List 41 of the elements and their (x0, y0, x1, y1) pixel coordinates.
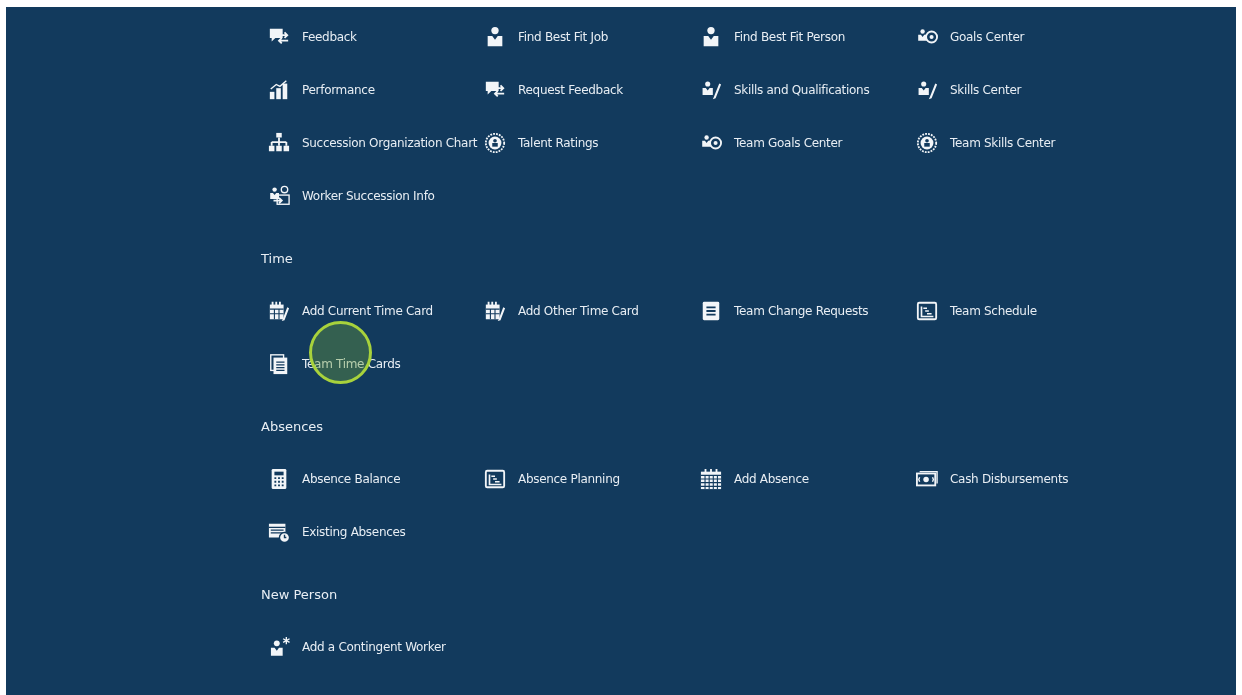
menu-link[interactable]: Feedback (261, 25, 357, 48)
calendar-icon (700, 467, 722, 490)
menu-link[interactable]: Add Absence (693, 467, 809, 490)
timeline-icon (484, 467, 506, 490)
menu-link[interactable]: Existing Absences (261, 520, 406, 543)
calendar-pencil-icon (268, 299, 290, 322)
menu-link[interactable]: Request Feedback (477, 78, 623, 101)
person-pencil-icon (700, 78, 722, 101)
timeline-icon (916, 299, 938, 322)
org-chart-icon (268, 131, 290, 154)
documents-icon (268, 352, 290, 375)
menu-link[interactable]: Team Goals Center (693, 131, 843, 154)
badge-icon (916, 131, 938, 154)
section-heading: Time (261, 250, 293, 269)
menu-link[interactable]: Goals Center (909, 25, 1025, 48)
person-asterisk-icon (268, 635, 290, 658)
calendar-pencil-icon (484, 299, 506, 322)
menu-link[interactable]: Team Skills Center (909, 131, 1056, 154)
people-arrow-icon (268, 184, 290, 207)
menu-link[interactable]: Skills and Qualifications (693, 78, 870, 101)
menu-link[interactable]: Cash Disbursements (909, 467, 1069, 490)
menu-link[interactable]: Team Schedule (909, 299, 1037, 322)
bar-chart-icon (268, 78, 290, 101)
menu-link[interactable]: Find Best Fit Person (693, 25, 845, 48)
section-heading: Absences (261, 418, 324, 437)
menu-link[interactable]: Team Change Requests (693, 299, 869, 322)
menu-link[interactable]: Skills Center (909, 78, 1022, 101)
person-pencil-icon (916, 78, 938, 101)
menu-link[interactable]: Succession Organization Chart (261, 131, 478, 154)
badge-icon (484, 131, 506, 154)
document-icon (700, 299, 722, 322)
menu-link[interactable]: Add Other Time Card (477, 299, 639, 322)
menu-link[interactable]: Find Best Fit Job (477, 25, 609, 48)
menu-link[interactable]: Worker Succession Info (261, 184, 435, 207)
menu-link[interactable]: Absence Balance (261, 467, 401, 490)
menu-link[interactable]: Absence Planning (477, 467, 620, 490)
section-heading: New Person (261, 586, 338, 605)
menu-link[interactable]: Add a Contingent Worker (261, 635, 446, 658)
menu-link[interactable]: Performance (261, 78, 375, 101)
menu-link[interactable]: Add Current Time Card (261, 299, 433, 322)
menu-link[interactable]: Talent Ratings (477, 131, 599, 154)
